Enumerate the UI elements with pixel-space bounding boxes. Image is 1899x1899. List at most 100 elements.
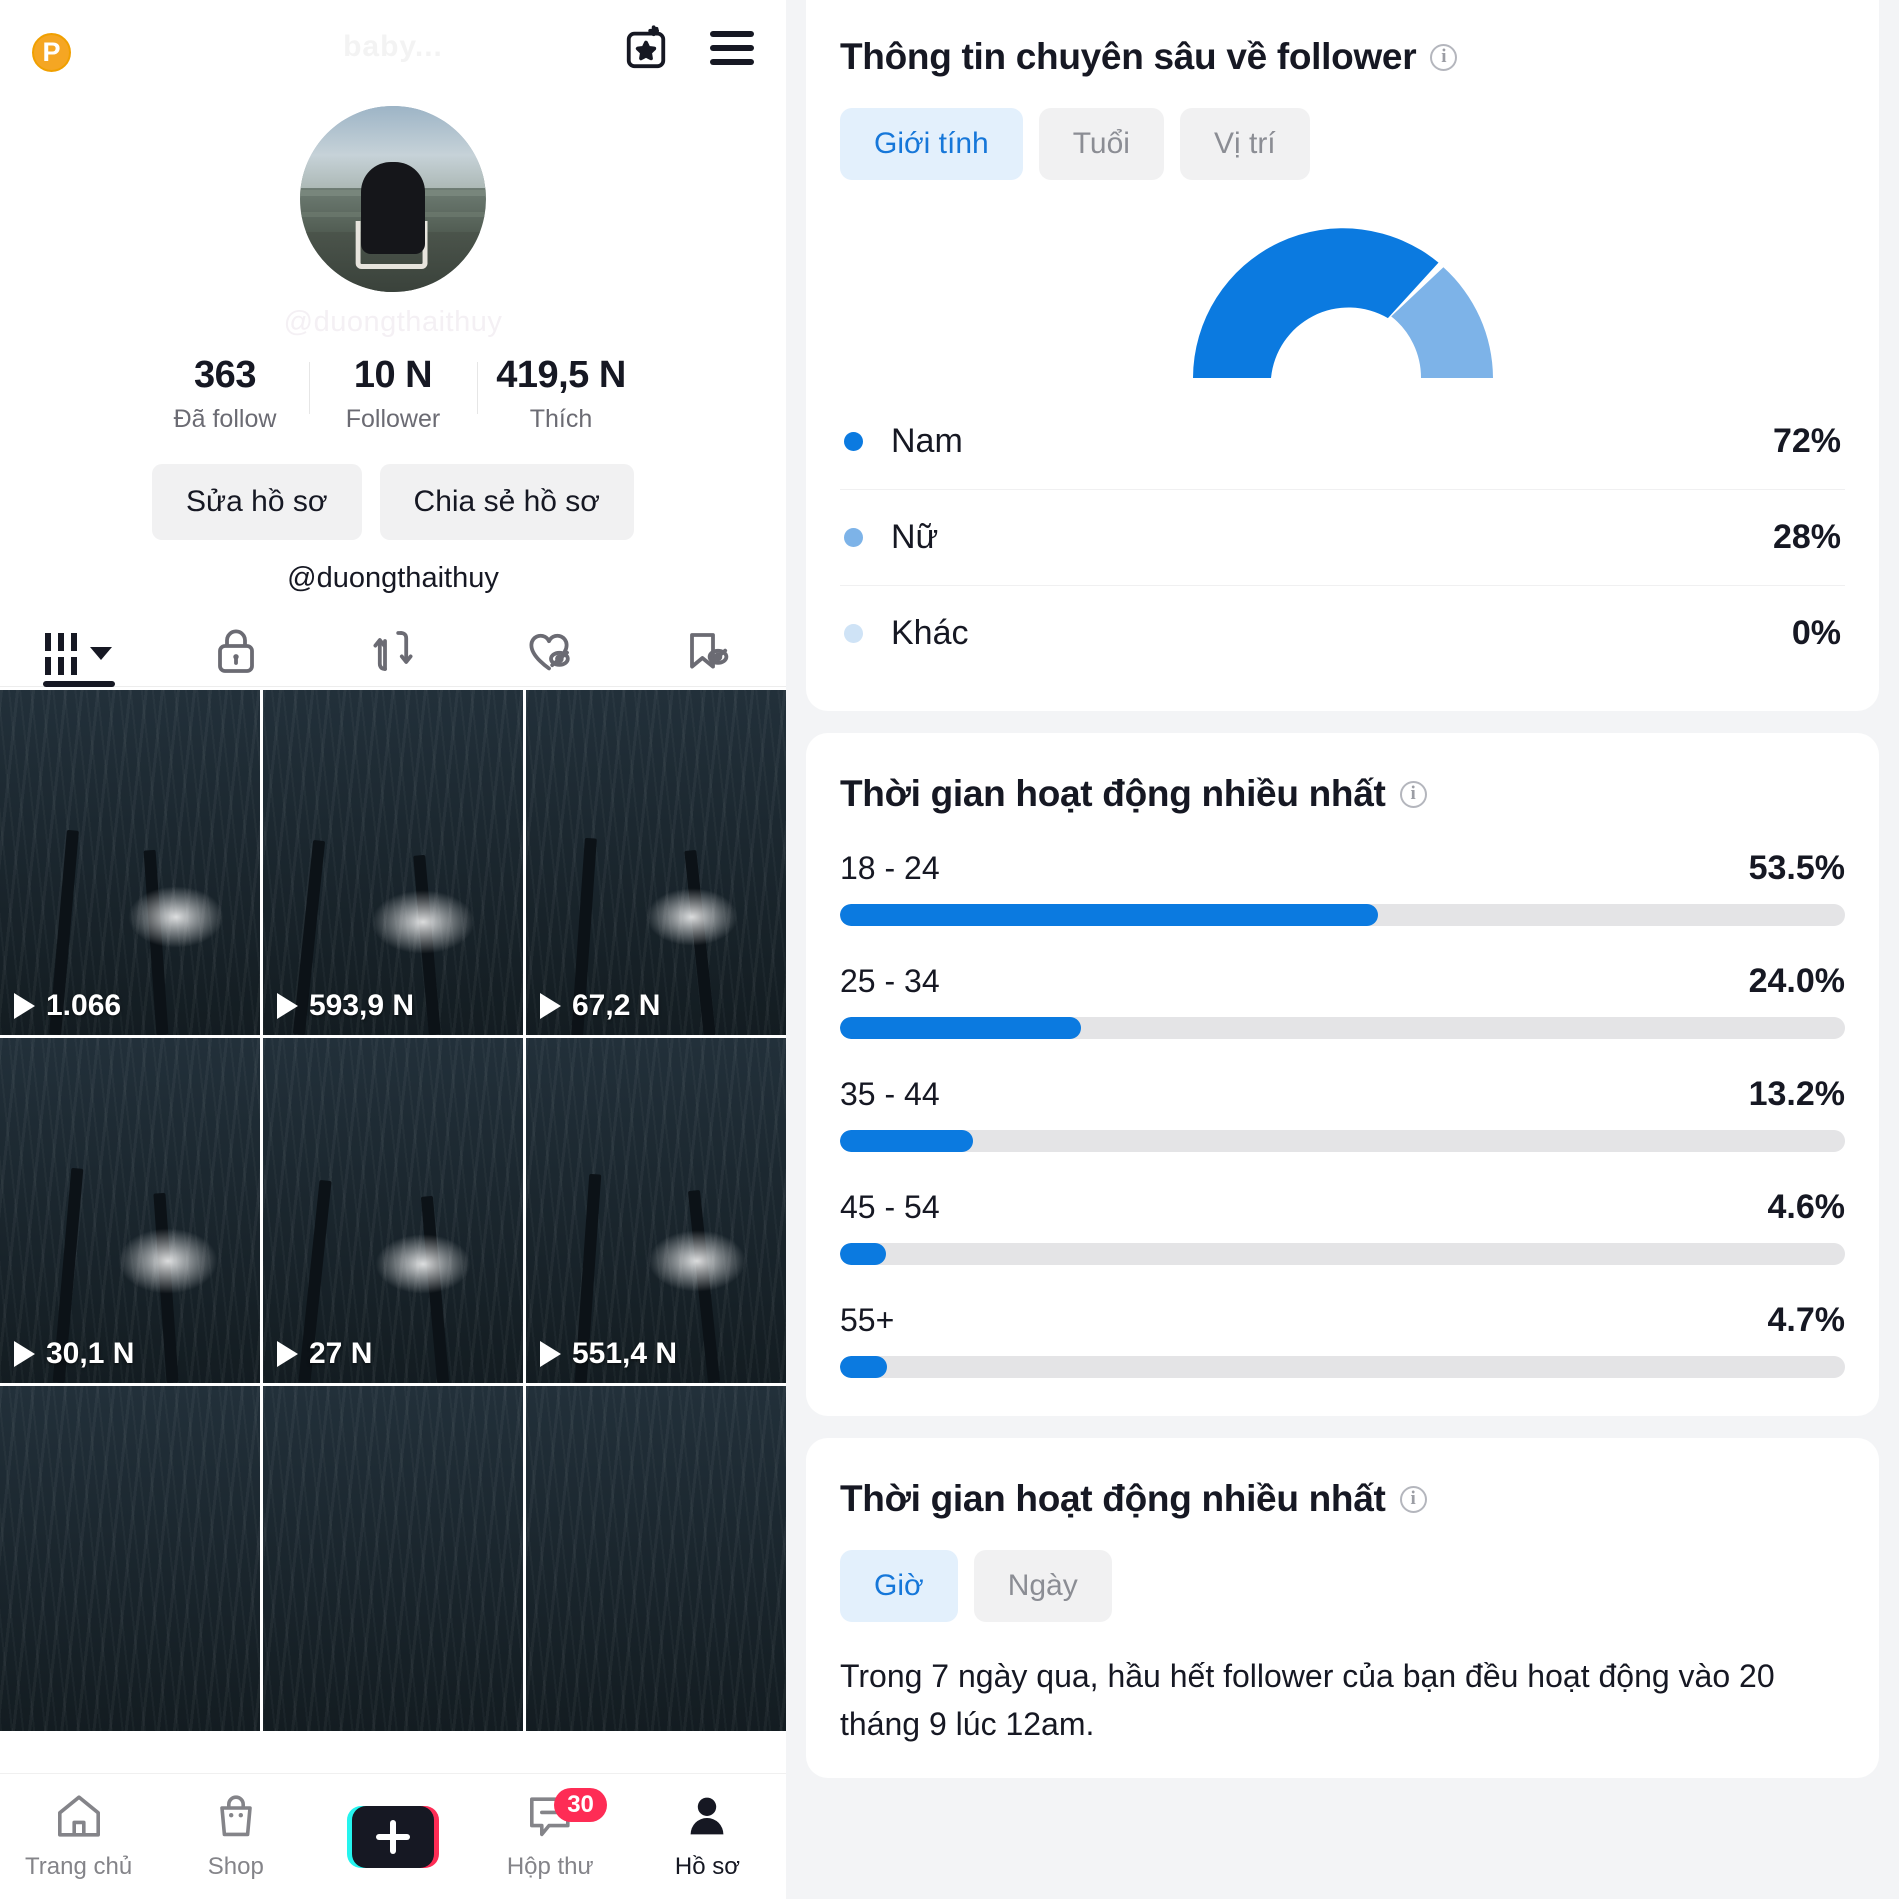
profile-person-icon: [683, 1792, 731, 1845]
age-bar-item: 45 - 54 4.6%: [840, 1188, 1845, 1265]
legend-row-nu: Nữ 28%: [840, 490, 1845, 586]
bar-fill: [840, 1243, 887, 1265]
bar-track: [840, 1130, 1845, 1152]
video-cell[interactable]: [0, 1386, 260, 1731]
gauge-svg: [1192, 228, 1493, 378]
video-view-count-wrapper: 551,4 N: [540, 1337, 677, 1371]
video-view-count-wrapper: 593,9 N: [277, 989, 414, 1023]
video-view-count: 593,9 N: [309, 989, 415, 1022]
tab-videos[interactable]: [0, 621, 157, 686]
nav-home[interactable]: Trang chủ: [0, 1792, 157, 1881]
age-distribution-card: Thời gian hoạt động nhiều nhất i 18 - 24…: [806, 733, 1879, 1416]
bar-track: [840, 1243, 1845, 1265]
shop-bag-icon: [212, 1792, 260, 1845]
bar-fill: [840, 1130, 973, 1152]
legend-label: Nữ: [891, 518, 939, 556]
video-thumbnail: [0, 1038, 260, 1383]
play-icon: [14, 1341, 35, 1367]
repost-arrows-icon: [371, 628, 415, 679]
chevron-down-icon[interactable]: [90, 647, 113, 660]
age-label: 45 - 54: [840, 1189, 940, 1225]
nav-inbox[interactable]: 30 Hộp thư: [472, 1788, 629, 1881]
nav-label: Shop: [207, 1853, 264, 1880]
stat-label: Thích: [529, 405, 593, 433]
calendar-star-icon[interactable]: [620, 22, 672, 74]
age-value: 13.2%: [1748, 1075, 1845, 1113]
video-thumbnail: [526, 690, 786, 1035]
play-icon: [277, 1341, 298, 1367]
tab-hour[interactable]: Giờ: [840, 1550, 958, 1622]
video-thumbnail: [0, 690, 260, 1035]
video-thumbnail: [263, 1038, 523, 1383]
info-icon[interactable]: i: [1399, 1485, 1427, 1513]
heart-hidden-icon: [525, 628, 575, 679]
stat-followers[interactable]: 10 N Follower: [309, 354, 477, 434]
video-view-count-wrapper: 27 N: [277, 1337, 372, 1371]
bar-fill: [840, 904, 1378, 926]
profile-tabs: [0, 621, 786, 687]
age-bar-item: 35 - 44 13.2%: [840, 1075, 1845, 1152]
age-value: 24.0%: [1748, 962, 1845, 1000]
tab-day[interactable]: Ngày: [973, 1550, 1112, 1622]
age-bar-item: 55+ 4.7%: [840, 1301, 1845, 1378]
legend-label: Nam: [891, 422, 963, 460]
age-label: 35 - 44: [840, 1076, 940, 1112]
stat-likes[interactable]: 419,5 N Thích: [477, 354, 645, 434]
tab-saved[interactable]: [629, 621, 786, 686]
stat-label: Follower: [345, 405, 441, 433]
video-cell[interactable]: 67,2 N: [526, 690, 786, 1035]
tab-location[interactable]: Vị trí: [1179, 108, 1310, 180]
nav-label: Trang chủ: [25, 1853, 133, 1880]
active-time-title-row: Thời gian hoạt động nhiều nhất i: [840, 1478, 1845, 1520]
video-cell[interactable]: 27 N: [263, 1038, 523, 1383]
video-view-count: 27 N: [309, 1337, 373, 1370]
legend-value: 72%: [1772, 422, 1841, 460]
legend-row-nam: Nam 72%: [840, 394, 1845, 490]
video-cell[interactable]: [263, 1386, 523, 1731]
video-cell[interactable]: 30,1 N: [0, 1038, 260, 1383]
stat-label: Đã follow: [173, 405, 277, 433]
avatar-person: [361, 161, 425, 254]
tab-reposts[interactable]: [314, 621, 471, 686]
video-cell[interactable]: 551,4 N: [526, 1038, 786, 1383]
topbar-icons: [620, 22, 758, 74]
inbox-badge: 30: [554, 1788, 607, 1822]
tab-age[interactable]: Tuổi: [1038, 108, 1164, 180]
avatar-wrapper[interactable]: [0, 106, 786, 292]
analytics-panel[interactable]: Thông tin chuyên sâu về follower i Giới …: [786, 0, 1899, 1899]
hamburger-menu-icon[interactable]: [706, 22, 758, 74]
follower-insights-title-row: Thông tin chuyên sâu về follower i: [840, 36, 1845, 78]
nav-profile[interactable]: Hồ sơ: [629, 1792, 786, 1881]
play-icon: [540, 993, 561, 1019]
stat-following[interactable]: 363 Đã follow: [141, 354, 309, 434]
video-cell[interactable]: 593,9 N: [263, 690, 523, 1035]
age-value: 4.6%: [1767, 1188, 1846, 1226]
tab-private[interactable]: [157, 621, 314, 686]
video-view-count: 30,1 N: [46, 1337, 135, 1370]
legend-dot-nam: [844, 432, 863, 451]
bar-fill: [840, 1017, 1082, 1039]
info-icon[interactable]: i: [1430, 43, 1458, 71]
nav-shop[interactable]: Shop: [157, 1792, 314, 1881]
video-thumbnail: [526, 1386, 786, 1731]
play-icon: [14, 993, 35, 1019]
follower-insights-card: Thông tin chuyên sâu về follower i Giới …: [806, 0, 1879, 711]
nav-create[interactable]: [314, 1805, 471, 1868]
tab-gender[interactable]: Giới tính: [840, 108, 1023, 180]
video-view-count: 1.066: [46, 989, 122, 1022]
tiktok-profile-panel: P baby... @duongthaithuy 363 Đã follow 1…: [0, 0, 786, 1899]
handle-watermark: @duongthaithuy: [283, 306, 503, 338]
share-profile-button[interactable]: Chia sẻ hồ sơ: [379, 464, 634, 540]
video-thumbnail: [0, 1386, 260, 1731]
video-thumbnail: [526, 1038, 786, 1383]
tab-liked[interactable]: [472, 621, 629, 686]
edit-profile-button[interactable]: Sửa hồ sơ: [152, 464, 362, 540]
create-plus-icon[interactable]: [347, 1805, 439, 1868]
insight-segment-tabs: Giới tính Tuổi Vị trí: [840, 108, 1845, 180]
info-icon[interactable]: i: [1399, 780, 1427, 808]
bar-track: [840, 1356, 1845, 1378]
video-cell[interactable]: [526, 1386, 786, 1731]
video-cell[interactable]: 1.066: [0, 690, 260, 1035]
age-label: 25 - 34: [840, 963, 940, 999]
avatar[interactable]: [300, 106, 486, 292]
